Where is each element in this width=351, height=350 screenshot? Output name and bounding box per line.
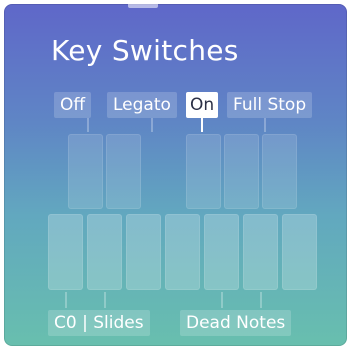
connector-on: [201, 118, 203, 132]
keyswitch-chip-off[interactable]: Off: [54, 92, 92, 118]
piano-key-white-1[interactable]: [48, 214, 83, 290]
piano-key-white-6[interactable]: [243, 214, 278, 290]
piano-key-white-4[interactable]: [165, 214, 200, 290]
piano-key-black-5[interactable]: [262, 134, 297, 209]
piano-key-black-1[interactable]: [68, 134, 103, 209]
keyswitch-chip-on[interactable]: On: [186, 92, 219, 118]
piano-key-white-2[interactable]: [87, 214, 122, 290]
connector-dead-notes-1: [221, 292, 223, 308]
piano-key-black-4[interactable]: [224, 134, 259, 209]
connector-legato: [151, 118, 153, 132]
piano-key-white-5[interactable]: [204, 214, 239, 290]
panel-title: Key Switches: [51, 34, 239, 67]
keyswitch-chip-legato[interactable]: Legato: [107, 92, 177, 118]
piano-key-black-2[interactable]: [106, 134, 141, 209]
piano-key-black-3[interactable]: [186, 134, 221, 209]
connector-dead-notes-2: [260, 292, 262, 308]
panel-top-handle: [128, 4, 158, 8]
piano-key-white-7[interactable]: [282, 214, 317, 290]
connector-full-stop: [264, 118, 266, 132]
key-switches-panel: Key Switches Off Legato On Full Stop C0 …: [4, 4, 347, 346]
piano-key-white-3[interactable]: [126, 214, 161, 290]
keyswitch-chip-c0-slides[interactable]: C0 | Slides: [48, 310, 150, 336]
keyswitch-chip-full-stop[interactable]: Full Stop: [227, 92, 313, 118]
connector-c0: [65, 292, 67, 308]
keyswitch-chip-dead-notes[interactable]: Dead Notes: [180, 310, 292, 336]
connector-off: [87, 118, 89, 132]
connector-slides: [104, 292, 106, 308]
